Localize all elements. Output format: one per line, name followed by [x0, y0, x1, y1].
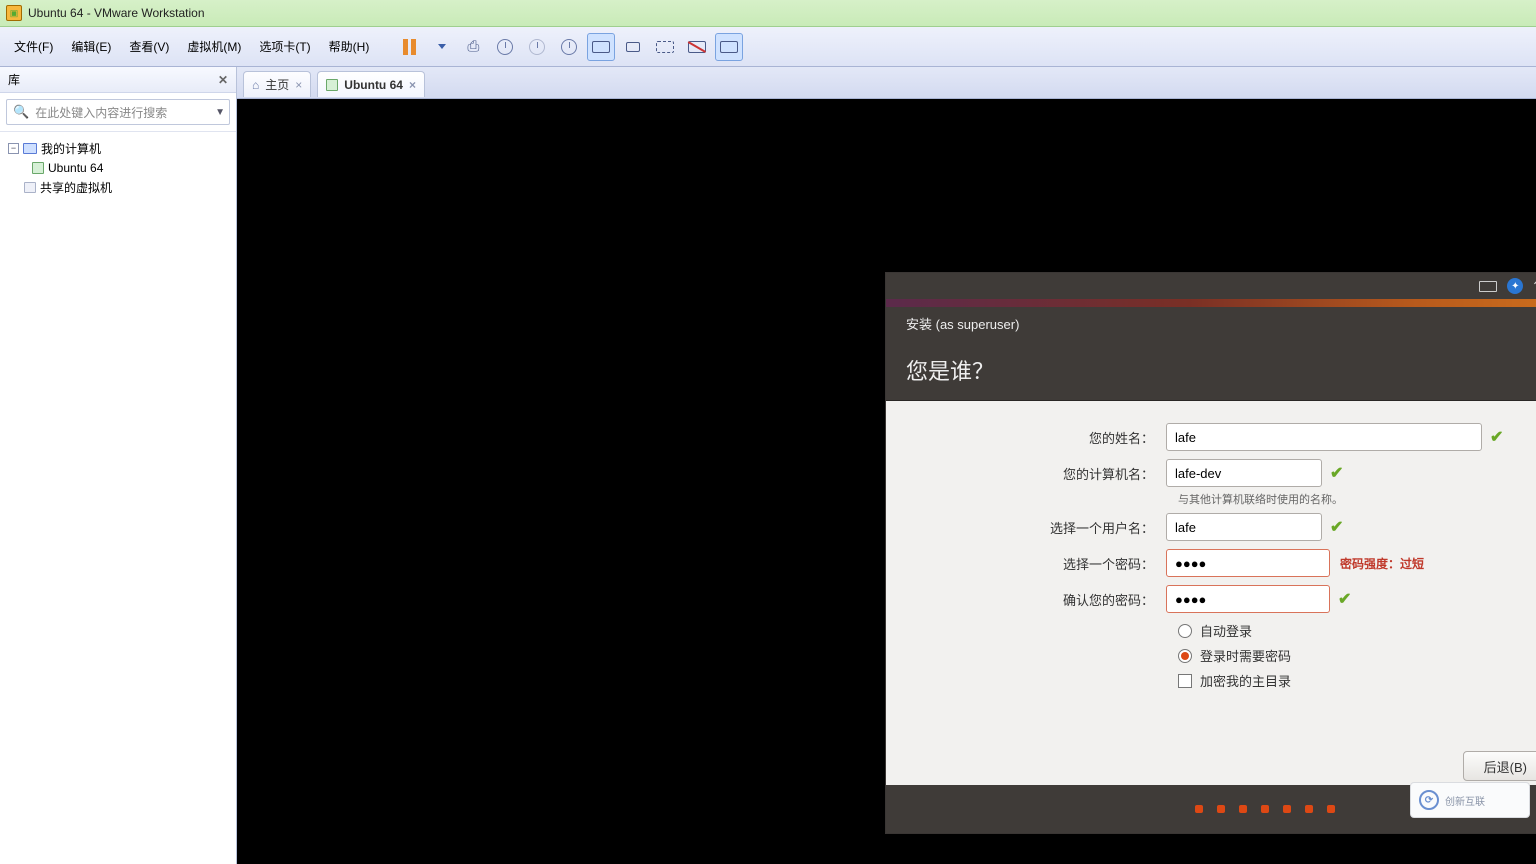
view-stretch-button[interactable] [619, 33, 647, 61]
sidebar-search-input[interactable]: 🔍 在此处键入内容进行搜索 ▼ [6, 99, 230, 125]
ubuntu-installer-window: ✦ ⇅ En ✱ 🔊 ⚙ 安装 (as superuser) 您是谁？ 您的姓名… [885, 272, 1536, 834]
sidebar-close-icon[interactable]: ✕ [218, 73, 228, 87]
search-placeholder: 在此处键入内容进行搜索 [35, 104, 167, 121]
snapshot-take-button[interactable] [491, 33, 519, 61]
input-computer-name[interactable] [1166, 459, 1322, 487]
input-username[interactable] [1166, 513, 1322, 541]
watermark-badge: ⟳ 创新互联 [1410, 782, 1530, 818]
ubuntu-accent-stripe [886, 299, 1536, 307]
snapshot-revert-button[interactable] [523, 33, 551, 61]
check-ok-icon: ✔ [1330, 517, 1343, 537]
ubuntu-top-panel: ✦ ⇅ En ✱ 🔊 ⚙ [886, 273, 1536, 299]
tab-close-icon[interactable]: × [295, 78, 302, 92]
label-computer: 您的计算机名： [916, 464, 1166, 483]
check-ok-icon: ✔ [1490, 427, 1503, 447]
installer-window-title: 安装 (as superuser) [886, 307, 1536, 339]
help-computer-name: 与其他计算机联络时使用的名称。 [1178, 491, 1536, 507]
vm-icon [326, 79, 338, 91]
view-fullscreen-button[interactable] [651, 33, 679, 61]
tree-label: 我的计算机 [41, 140, 101, 157]
vmware-app-icon: ▣ [6, 5, 22, 21]
label-confirm-password: 确认您的密码： [916, 590, 1166, 609]
snapshot-manager-button[interactable] [555, 33, 583, 61]
sidebar-title: 库 [8, 71, 20, 88]
progress-dot [1305, 805, 1313, 813]
menu-vm[interactable]: 虚拟机(M) [185, 34, 243, 59]
input-password[interactable] [1166, 549, 1330, 577]
vm-icon [32, 162, 44, 174]
password-strength-text: 密码强度：过短 [1340, 555, 1424, 572]
label-username: 选择一个用户名： [916, 518, 1166, 537]
radio-label: 登录时需要密码 [1200, 646, 1291, 665]
label-password: 选择一个密码： [916, 554, 1166, 573]
input-fullname[interactable] [1166, 423, 1482, 451]
view-thumbnail-button[interactable] [715, 33, 743, 61]
check-ok-icon: ✔ [1338, 589, 1351, 609]
installer-step-heading: 您是谁？ [886, 339, 1536, 401]
menu-edit[interactable]: 编辑(E) [69, 34, 113, 59]
accessibility-icon[interactable]: ✦ [1507, 278, 1523, 294]
check-ok-icon: ✔ [1330, 463, 1343, 483]
view-unity-button[interactable] [683, 33, 711, 61]
view-console-button[interactable] [587, 33, 615, 61]
window-titlebar: ▣ Ubuntu 64 - VMware Workstation [0, 0, 1536, 27]
library-tree: − 我的计算机 Ubuntu 64 共享的虚拟机 [0, 132, 236, 204]
radio-require-password[interactable]: 登录时需要密码 [1178, 646, 1536, 665]
watermark-logo-icon: ⟳ [1419, 790, 1439, 810]
window-title: Ubuntu 64 - VMware Workstation [28, 6, 205, 20]
tabstrip [237, 67, 1536, 99]
library-sidebar: 库 ✕ 🔍 在此处键入内容进行搜索 ▼ − 我的计算机 Ubuntu 64 共享… [0, 67, 237, 864]
tree-node-my-computer[interactable]: − 我的计算机 [4, 138, 232, 159]
menu-help[interactable]: 帮助(H) [327, 34, 372, 59]
back-button[interactable]: 后退(B) [1463, 751, 1536, 781]
menu-file[interactable]: 文件(F) [12, 34, 55, 59]
search-dropdown-icon[interactable]: ▼ [215, 107, 225, 118]
radio-label: 自动登录 [1200, 621, 1252, 640]
tab-home[interactable]: ⌂ 主页 × [243, 71, 311, 97]
progress-dot [1195, 805, 1203, 813]
radio-auto-login[interactable]: 自动登录 [1178, 621, 1536, 640]
shared-icon [24, 182, 36, 193]
tab-close-icon[interactable]: × [409, 78, 416, 92]
tab-ubuntu64[interactable]: Ubuntu 64 × [317, 71, 425, 97]
vm-display-area: ⌂ 主页 × Ubuntu 64 × ✦ ⇅ En ✱ 🔊 ⚙ 安装 (a [237, 67, 1536, 864]
progress-dot [1261, 805, 1269, 813]
search-icon: 🔍 [13, 104, 29, 120]
watermark-text: 创新互联 [1445, 793, 1485, 808]
home-icon: ⌂ [252, 78, 259, 92]
menubar: 文件(F) 编辑(E) 查看(V) 虚拟机(M) 选项卡(T) 帮助(H) ⎙ [0, 27, 1536, 67]
progress-dot [1239, 805, 1247, 813]
label-fullname: 您的姓名： [916, 428, 1166, 447]
progress-dot [1283, 805, 1291, 813]
tab-label: 主页 [265, 76, 289, 93]
computer-icon [23, 143, 37, 154]
checkbox-encrypt-home[interactable]: 加密我的主目录 [1178, 671, 1536, 690]
tree-label: Ubuntu 64 [48, 161, 103, 175]
menu-tabs[interactable]: 选项卡(T) [257, 34, 312, 59]
input-confirm-password[interactable] [1166, 585, 1330, 613]
checkbox-label: 加密我的主目录 [1200, 671, 1291, 690]
send-ctrl-alt-del-button[interactable]: ⎙ [459, 33, 487, 61]
tree-node-ubuntu64[interactable]: Ubuntu 64 [4, 159, 232, 177]
keyboard-icon[interactable] [1479, 281, 1497, 292]
vm-power-dropdown[interactable] [427, 33, 455, 61]
progress-dot [1327, 805, 1335, 813]
pause-vm-button[interactable] [395, 33, 423, 61]
menu-view[interactable]: 查看(V) [127, 34, 171, 59]
progress-dot [1217, 805, 1225, 813]
tree-collapse-icon[interactable]: − [8, 143, 19, 154]
tree-node-shared[interactable]: 共享的虚拟机 [4, 177, 232, 198]
tree-label: 共享的虚拟机 [40, 179, 112, 196]
tab-label: Ubuntu 64 [344, 78, 403, 92]
